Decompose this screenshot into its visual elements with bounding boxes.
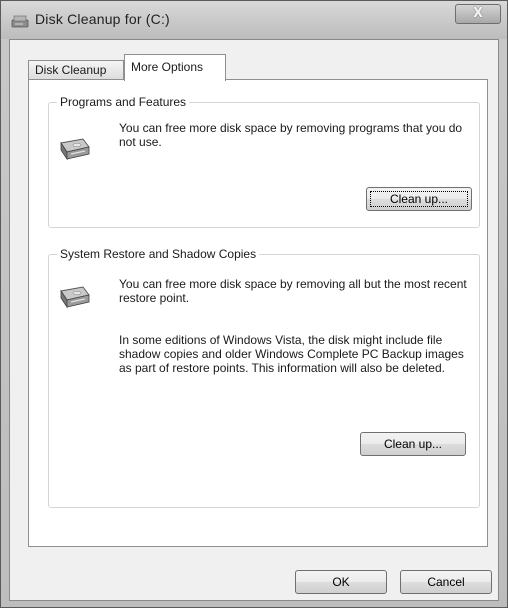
window-title: Disk Cleanup for (C:)	[35, 11, 170, 27]
disk-cleanup-window: Disk Cleanup for (C:) X Disk Cleanup Mor…	[0, 0, 508, 608]
restore-group-title: System Restore and Shadow Copies	[57, 247, 260, 261]
restore-note: In some editions of Windows Vista, the d…	[119, 333, 464, 375]
restore-clean-up-label: Clean up...	[383, 437, 443, 451]
disk-cleanup-icon	[11, 14, 29, 28]
restore-description: You can free more disk space by removing…	[119, 277, 467, 305]
hard-drive-icon	[55, 283, 91, 309]
ok-button[interactable]: OK	[295, 570, 387, 594]
programs-features-group: Programs and Features You can free more …	[48, 95, 480, 228]
title-bar[interactable]: Disk Cleanup for (C:) X	[1, 1, 507, 39]
more-options-panel: Programs and Features You can free more …	[28, 79, 488, 547]
dialog-client-area: Disk Cleanup More Options Programs and F…	[9, 39, 499, 601]
close-icon: X	[472, 6, 484, 21]
close-button[interactable]: X	[455, 4, 501, 24]
restore-clean-up-button[interactable]: Clean up...	[360, 432, 466, 456]
programs-clean-up-button[interactable]: Clean up...	[366, 187, 472, 211]
tab-more-options[interactable]: More Options	[124, 54, 226, 81]
tab-disk-cleanup[interactable]: Disk Cleanup	[28, 60, 124, 80]
system-restore-group: System Restore and Shadow Copies You can…	[48, 247, 480, 508]
programs-group-title: Programs and Features	[57, 95, 190, 109]
hard-drive-icon	[55, 135, 91, 161]
programs-description: You can free more disk space by removing…	[119, 121, 463, 149]
programs-clean-up-label: Clean up...	[389, 192, 449, 206]
cancel-button[interactable]: Cancel	[400, 570, 492, 594]
